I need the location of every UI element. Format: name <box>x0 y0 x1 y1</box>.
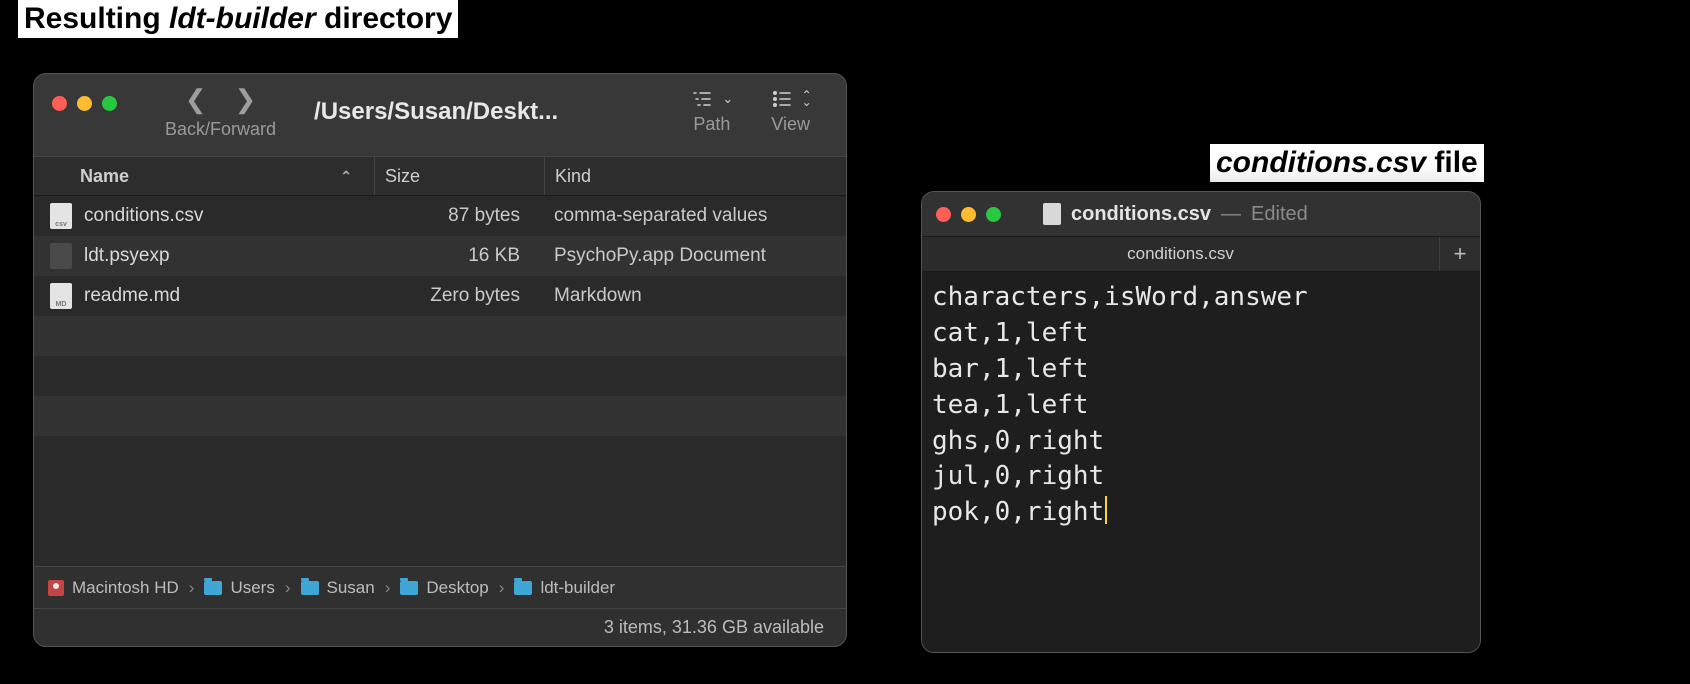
breadcrumb[interactable]: Users <box>204 578 274 598</box>
minimize-button[interactable] <box>77 96 92 111</box>
back-button[interactable]: ❮ <box>185 84 207 115</box>
breadcrumb[interactable]: Macintosh HD <box>48 578 179 598</box>
file-name: ldt.psyexp <box>84 245 170 267</box>
path-button[interactable]: ⌄ Path <box>692 90 731 135</box>
folder-icon <box>400 581 418 595</box>
breadcrumb-label: Macintosh HD <box>72 578 179 598</box>
file-list: csv conditions.csv 87 bytescomma-separated… <box>34 196 846 566</box>
editor-window: conditions.csv — Edited conditions.csv +… <box>922 192 1480 652</box>
file-size: 16 KB <box>374 245 544 267</box>
folder-icon <box>204 581 222 595</box>
updown-icon: ⌃⌄ <box>802 92 810 106</box>
close-button[interactable] <box>936 207 951 222</box>
file-row[interactable]: csv conditions.csv 87 bytescomma-separated… <box>34 196 846 236</box>
document-icon <box>1043 203 1061 225</box>
empty-row <box>34 356 846 396</box>
breadcrumb[interactable]: Desktop <box>400 578 488 598</box>
breadcrumb-label: Users <box>230 578 274 598</box>
file-size: 87 bytes <box>374 205 544 227</box>
text-cursor <box>1105 496 1107 524</box>
file-row[interactable]: MD readme.md Zero bytesMarkdown <box>34 276 846 316</box>
minimize-button[interactable] <box>961 207 976 222</box>
file-name: conditions.csv <box>84 205 203 227</box>
file-kind: comma-separated values <box>544 205 846 227</box>
chevron-right-icon: › <box>499 578 505 598</box>
forward-button[interactable]: ❯ <box>235 84 257 115</box>
chevron-down-icon: ⌄ <box>722 91 731 107</box>
nav-group: ❮ ❯ Back/Forward <box>165 84 276 140</box>
file-icon: MD <box>50 283 72 309</box>
file-row[interactable]: ldt.psyexp 16 KBPsychoPy.app Document <box>34 236 846 276</box>
editor-titlebar: conditions.csv — Edited <box>922 192 1480 236</box>
empty-row <box>34 436 846 476</box>
new-tab-button[interactable]: + <box>1440 237 1480 271</box>
breadcrumb[interactable]: ldt-builder <box>514 578 615 598</box>
file-kind: Markdown <box>544 285 846 307</box>
finder-window: ❮ ❯ Back/Forward /Users/Susan/Deskt... ⌄ <box>34 74 846 646</box>
file-icon <box>50 243 72 269</box>
view-icon: ⌃⌄ <box>772 90 810 108</box>
breadcrumb-label: Susan <box>327 578 375 598</box>
editor-body[interactable]: characters,isWord,answer cat,1,left bar,… <box>922 272 1480 652</box>
file-name: readme.md <box>84 285 180 307</box>
chevron-right-icon: › <box>285 578 291 598</box>
file-kind: PsychoPy.app Document <box>544 245 846 267</box>
column-kind[interactable]: Kind <box>544 157 846 195</box>
column-header: Name ⌃ Size Kind <box>34 156 846 196</box>
breadcrumb[interactable]: Susan <box>301 578 375 598</box>
fullscreen-button[interactable] <box>986 207 1001 222</box>
close-button[interactable] <box>52 96 67 111</box>
chevron-right-icon: › <box>385 578 391 598</box>
column-name[interactable]: Name ⌃ <box>34 166 374 187</box>
column-size[interactable]: Size <box>374 157 544 195</box>
breadcrumb-label: ldt-builder <box>540 578 615 598</box>
window-controls <box>936 207 1001 222</box>
file-size: Zero bytes <box>374 285 544 307</box>
empty-row <box>34 316 846 356</box>
finder-titlebar: ❮ ❯ Back/Forward /Users/Susan/Deskt... ⌄ <box>34 74 846 156</box>
caption-left: Resulting ldt-builder directory <box>18 0 458 38</box>
sort-asc-icon: ⌃ <box>340 168 352 185</box>
nav-label: Back/Forward <box>165 119 276 140</box>
caption-right: conditions.csv file <box>1210 144 1484 182</box>
path-bar: Macintosh HD › Users › Susan › Desktop › ldt-bui… <box>34 566 846 608</box>
folder-icon <box>301 581 319 595</box>
status-bar: 3 items, 31.36 GB available <box>34 608 846 646</box>
window-title: /Users/Susan/Deskt... <box>314 98 558 126</box>
tab-bar: conditions.csv + <box>922 236 1480 272</box>
file-icon: csv <box>50 203 72 229</box>
view-button[interactable]: ⌃⌄ View <box>771 90 810 135</box>
chevron-right-icon: › <box>189 578 195 598</box>
empty-row <box>34 396 846 436</box>
tab-conditions[interactable]: conditions.csv <box>922 237 1440 271</box>
window-controls <box>52 96 117 111</box>
folder-icon <box>514 581 532 595</box>
disk-icon <box>48 580 64 596</box>
fullscreen-button[interactable] <box>102 96 117 111</box>
breadcrumb-label: Desktop <box>426 578 488 598</box>
editor-title: conditions.csv — Edited <box>1043 203 1308 226</box>
path-icon: ⌄ <box>692 90 731 108</box>
